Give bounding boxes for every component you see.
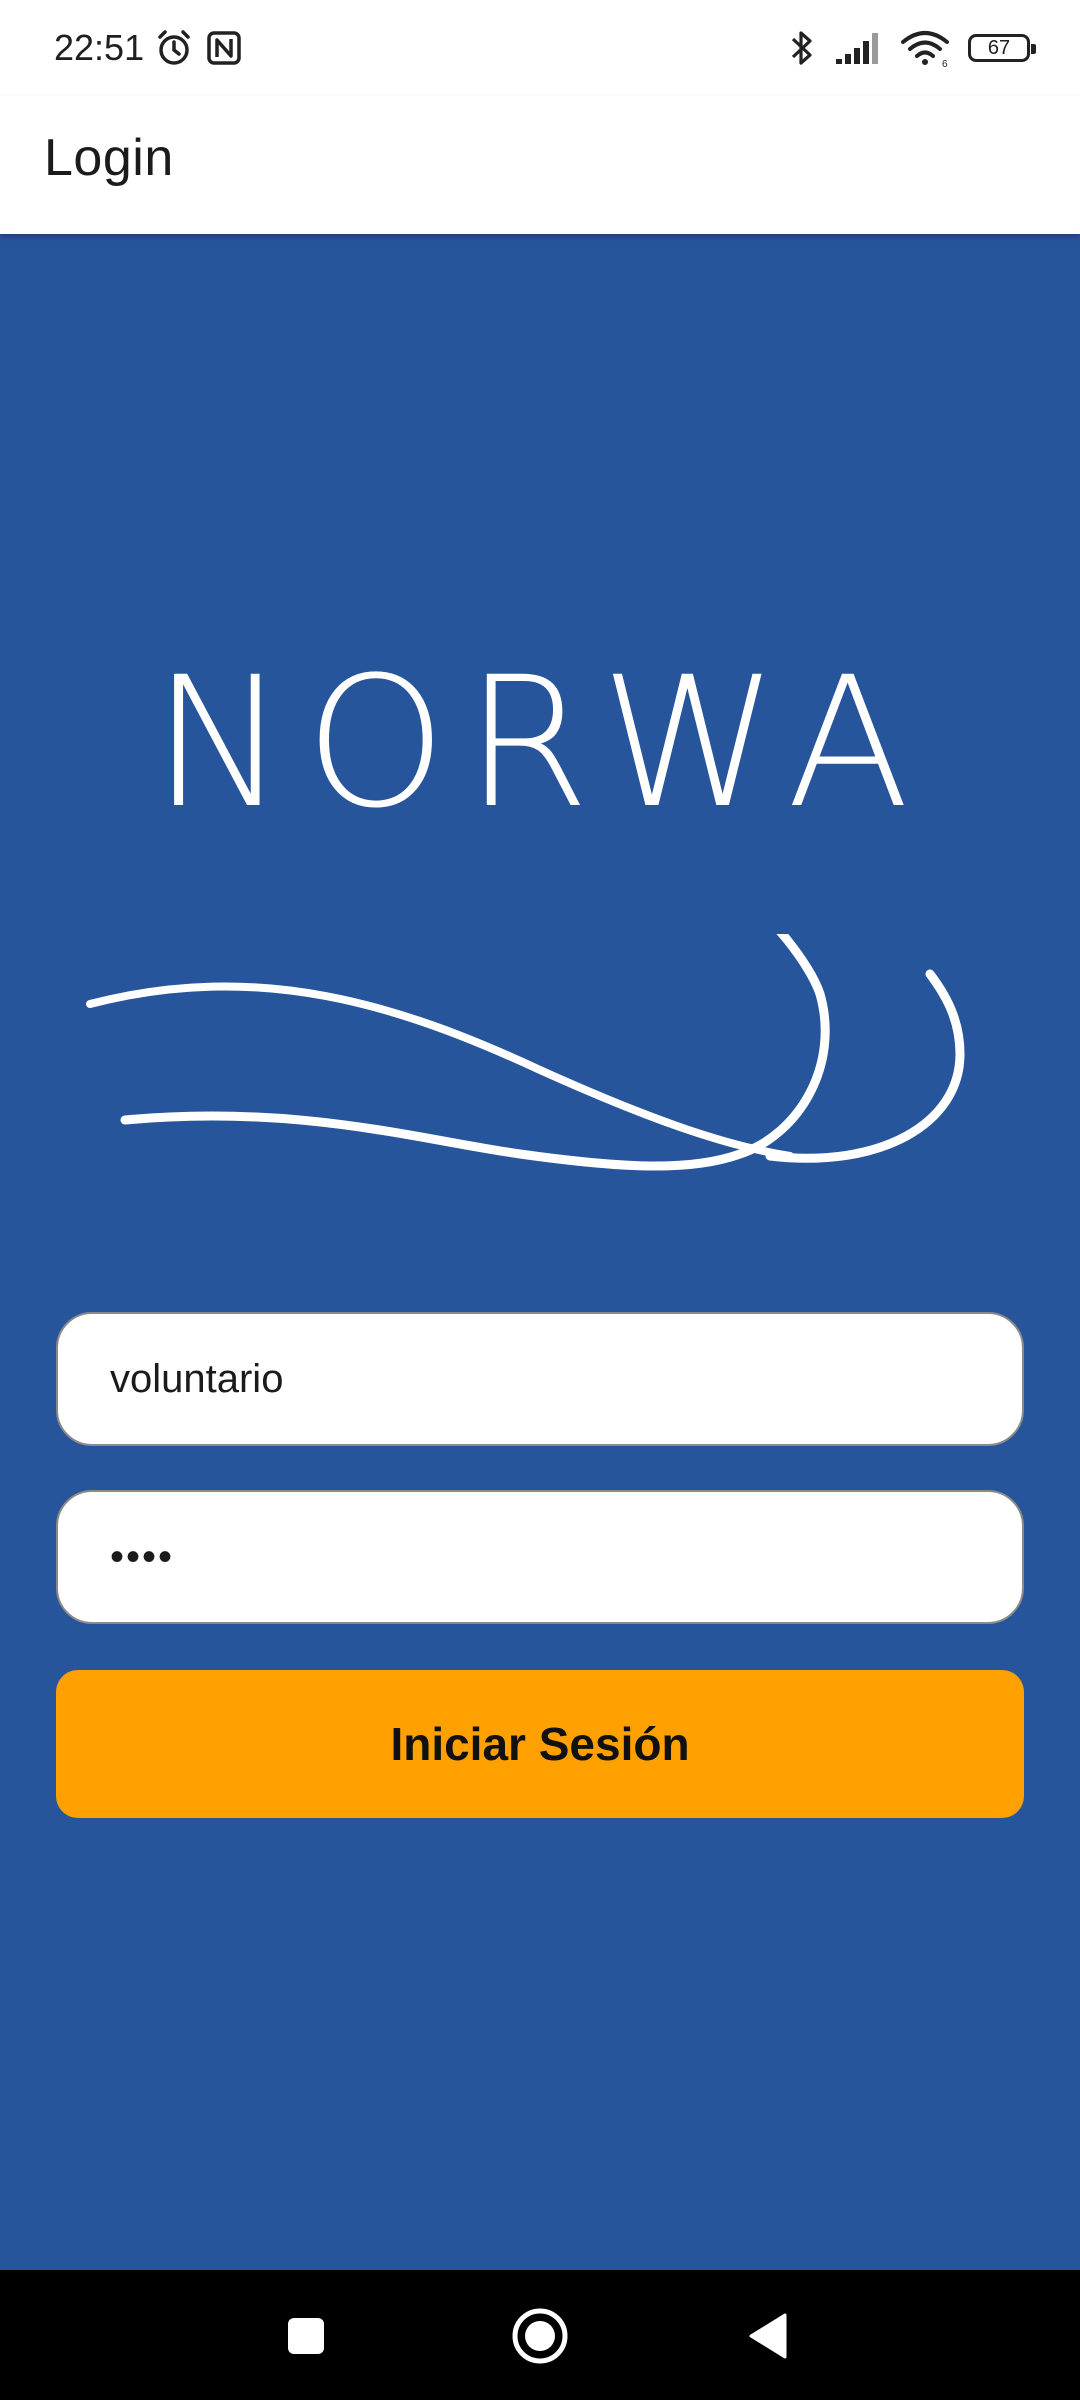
status-bar: 22:51 6 67 [0, 0, 1080, 96]
home-icon[interactable] [500, 2296, 580, 2376]
wifi-icon: 6 [900, 28, 950, 68]
status-time: 22:51 [54, 27, 145, 68]
recents-icon[interactable] [266, 2296, 346, 2376]
password-field[interactable] [56, 1490, 1024, 1624]
nfc-icon [204, 28, 244, 68]
battery-icon: 67 [968, 34, 1036, 62]
username-field[interactable] [56, 1312, 1024, 1446]
back-icon[interactable] [730, 2296, 810, 2376]
signal-icon [834, 31, 882, 65]
login-content: NORWA Iniciar Sesión [0, 234, 1080, 2270]
battery-level: 67 [987, 36, 1011, 59]
status-right: 6 67 [788, 24, 1036, 72]
app-bar: Login [0, 96, 1080, 234]
brand-logo-text: NORWA [152, 639, 928, 848]
page-title: Login [44, 129, 174, 187]
svg-text:6: 6 [942, 59, 948, 68]
wave-logo-icon [86, 934, 965, 1171]
login-button[interactable]: Iniciar Sesión [56, 1670, 1024, 1818]
bluetooth-icon [788, 28, 816, 68]
login-screen: 22:51 6 67 Login NORWA voluntario •••• I… [0, 0, 1080, 2400]
status-left: 22:51 [54, 24, 244, 72]
navigation-bar [0, 2270, 1080, 2400]
alarm-icon [154, 28, 194, 68]
